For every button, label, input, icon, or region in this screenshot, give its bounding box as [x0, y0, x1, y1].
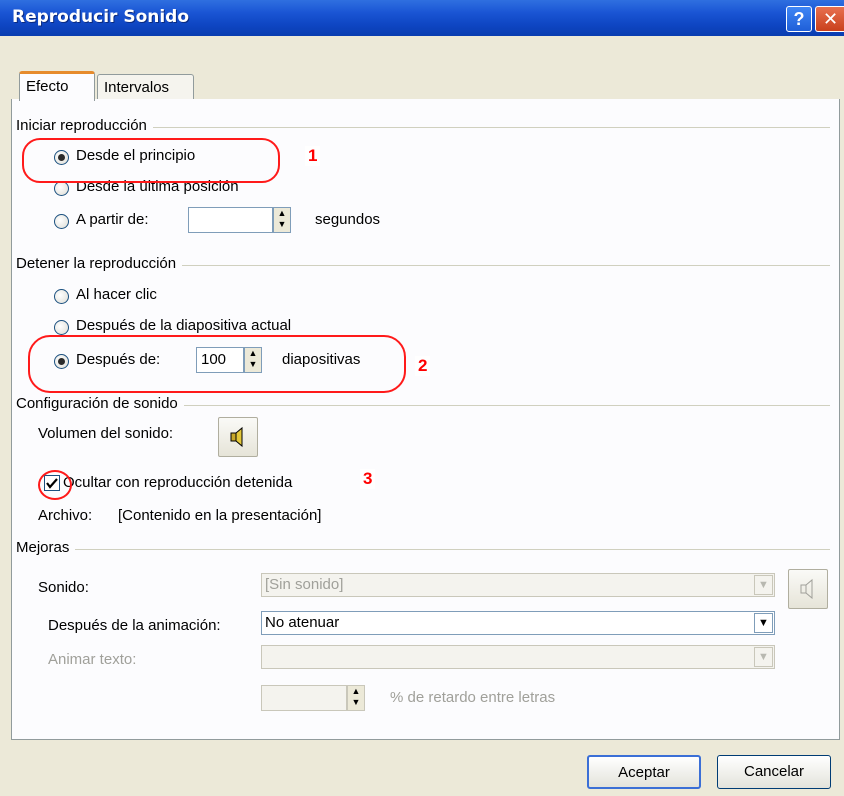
help-icon[interactable]: ? — [786, 6, 812, 32]
stop-group-legend: Detener la reproducción — [16, 255, 183, 272]
annotation-oval-3 — [38, 470, 72, 500]
start-group-legend: Iniciar reproducción — [16, 117, 153, 134]
radio-start-from[interactable] — [54, 214, 69, 229]
start-option-label: A partir de: — [76, 211, 149, 228]
seconds-unit-label: segundos — [315, 211, 381, 228]
radio-stop-after-current-slide[interactable] — [54, 320, 69, 335]
tab-efecto[interactable]: Efecto — [19, 71, 95, 101]
annotation-number-1: 1 — [305, 146, 321, 166]
cancel-button[interactable]: Cancelar — [717, 755, 831, 789]
chevron-down-icon[interactable]: ▼ — [754, 647, 773, 667]
tab-intervalos[interactable]: Intervalos — [97, 74, 194, 102]
sound-settings-legend: Configuración de sonido — [16, 395, 184, 412]
letter-delay-label: % de retardo entre letras — [390, 689, 556, 706]
sound-select[interactable]: [Sin sonido] ▼ — [261, 573, 775, 597]
sound-label: Sonido: — [38, 579, 89, 596]
speaker-icon — [230, 426, 243, 448]
volume-button[interactable] — [218, 417, 258, 457]
window-title: Reproducir Sonido — [12, 7, 190, 27]
after-animation-value: No atenuar — [265, 614, 340, 631]
radio-start-last-position[interactable] — [54, 181, 69, 196]
file-value: [Contenido en la presentación] — [118, 507, 322, 524]
start-seconds-field[interactable] — [188, 207, 273, 233]
enhancements-legend: Mejoras — [16, 539, 76, 556]
stop-option-label: Después de la diapositiva actual — [76, 317, 292, 334]
annotation-number-2: 2 — [415, 356, 431, 376]
annotation-oval-2 — [28, 335, 406, 393]
after-animation-label: Después de la animación: — [48, 617, 221, 634]
animate-text-select[interactable]: ▼ — [261, 645, 775, 669]
annotation-number-3: 3 — [360, 469, 376, 489]
close-icon[interactable]: ✕ — [815, 6, 844, 32]
after-animation-select[interactable]: No atenuar ▼ — [261, 611, 775, 635]
letter-delay-field[interactable] — [261, 685, 347, 711]
tab-panel: Iniciar reproducción Desde el principio … — [11, 99, 840, 740]
sound-select-value: [Sin sonido] — [265, 576, 344, 593]
accept-button[interactable]: Aceptar — [587, 755, 701, 789]
speaker-icon — [800, 578, 813, 600]
sound-preview-button[interactable] — [788, 569, 828, 609]
chevron-down-icon[interactable]: ▼ — [754, 613, 773, 633]
start-seconds-spinner[interactable]: ▲ ▼ — [273, 207, 291, 233]
group-rule — [22, 549, 830, 550]
annotation-oval-1 — [22, 138, 280, 183]
volume-label: Volumen del sonido: — [38, 425, 174, 442]
letter-delay-spinner[interactable]: ▲ ▼ — [347, 685, 365, 711]
chevron-down-icon[interactable]: ▼ — [754, 575, 773, 595]
title-bar: Reproducir Sonido ? ✕ — [0, 0, 844, 36]
animate-text-label: Animar texto: — [48, 651, 137, 668]
file-label: Archivo: — [38, 507, 93, 524]
radio-stop-on-click[interactable] — [54, 289, 69, 304]
hide-label: Ocultar con reproducción detenida — [63, 474, 293, 491]
stop-option-label: Al hacer clic — [76, 286, 157, 303]
